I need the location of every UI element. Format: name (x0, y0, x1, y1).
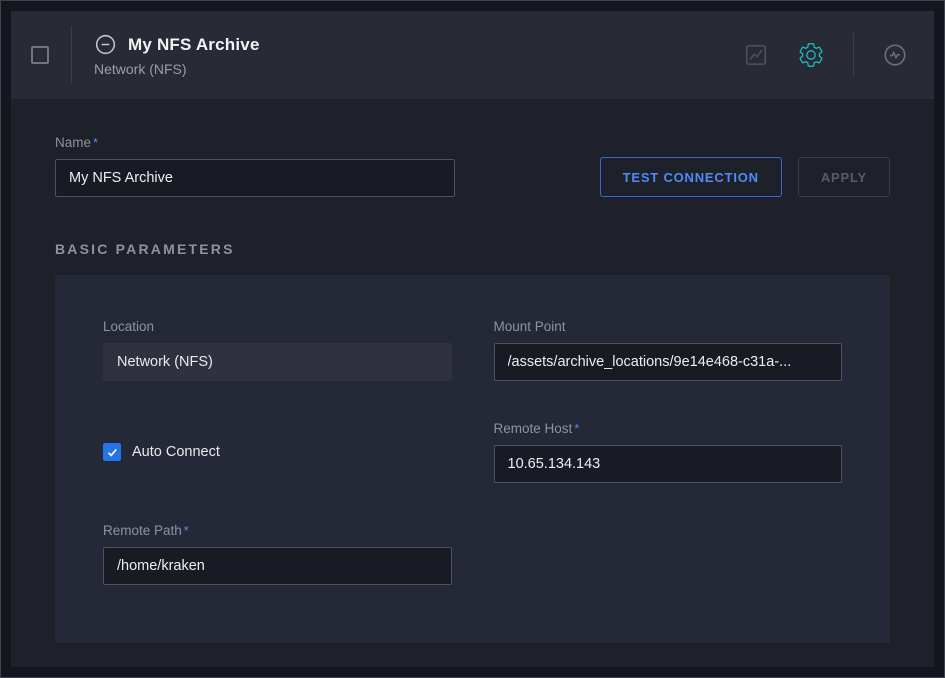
auto-connect-label: Auto Connect (132, 444, 220, 460)
mount-point-label: Mount Point (494, 319, 843, 334)
card-header: My NFS Archive Network (NFS) (11, 11, 934, 99)
test-connection-button[interactable]: TEST CONNECTION (600, 157, 782, 197)
header-actions (743, 33, 908, 77)
remote-host-field-block: Remote Host* (494, 421, 843, 483)
action-buttons: TEST CONNECTION APPLY (600, 157, 890, 197)
location-field-block: Location (103, 319, 452, 381)
remote-host-input[interactable] (494, 445, 843, 483)
archive-location-card: My NFS Archive Network (NFS) (11, 11, 934, 667)
location-input (103, 343, 452, 381)
title-block: My NFS Archive Network (NFS) (94, 33, 260, 77)
header-actions-divider (853, 33, 854, 77)
gear-icon[interactable] (797, 41, 825, 69)
remote-path-label: Remote Path* (103, 523, 452, 538)
basic-parameters-panel: Location Mount Point Auto Conne (55, 275, 890, 643)
remote-path-field-block: Remote Path* (103, 523, 452, 585)
apply-button[interactable]: APPLY (798, 157, 890, 197)
collapse-minus-circle-icon[interactable] (94, 33, 117, 56)
screen: My NFS Archive Network (NFS) (0, 0, 945, 678)
basic-parameters-heading: BASIC PARAMETERS (55, 241, 890, 257)
required-asterisk: * (184, 523, 189, 538)
location-label: Location (103, 319, 452, 334)
mount-point-field-block: Mount Point (494, 319, 843, 381)
pulse-icon[interactable] (882, 42, 908, 68)
auto-connect-checkbox[interactable] (103, 443, 121, 461)
card-body: Name* TEST CONNECTION APPLY BASIC PARAME… (11, 99, 934, 667)
remote-host-label: Remote Host* (494, 421, 843, 436)
empty-cell (494, 523, 843, 585)
page-subtitle: Network (NFS) (94, 61, 260, 77)
header-divider (71, 26, 72, 84)
remote-path-input[interactable] (103, 547, 452, 585)
name-row: Name* TEST CONNECTION APPLY (55, 135, 890, 197)
select-row-checkbox[interactable] (31, 46, 49, 64)
auto-connect-field[interactable]: Auto Connect (103, 443, 452, 461)
required-asterisk: * (574, 421, 579, 436)
name-input[interactable] (55, 159, 455, 197)
page-title: My NFS Archive (128, 35, 260, 55)
mount-point-input[interactable] (494, 343, 843, 381)
required-asterisk: * (93, 135, 98, 150)
chart-icon[interactable] (743, 42, 769, 68)
name-field-block: Name* (55, 135, 455, 197)
name-label: Name* (55, 135, 455, 150)
